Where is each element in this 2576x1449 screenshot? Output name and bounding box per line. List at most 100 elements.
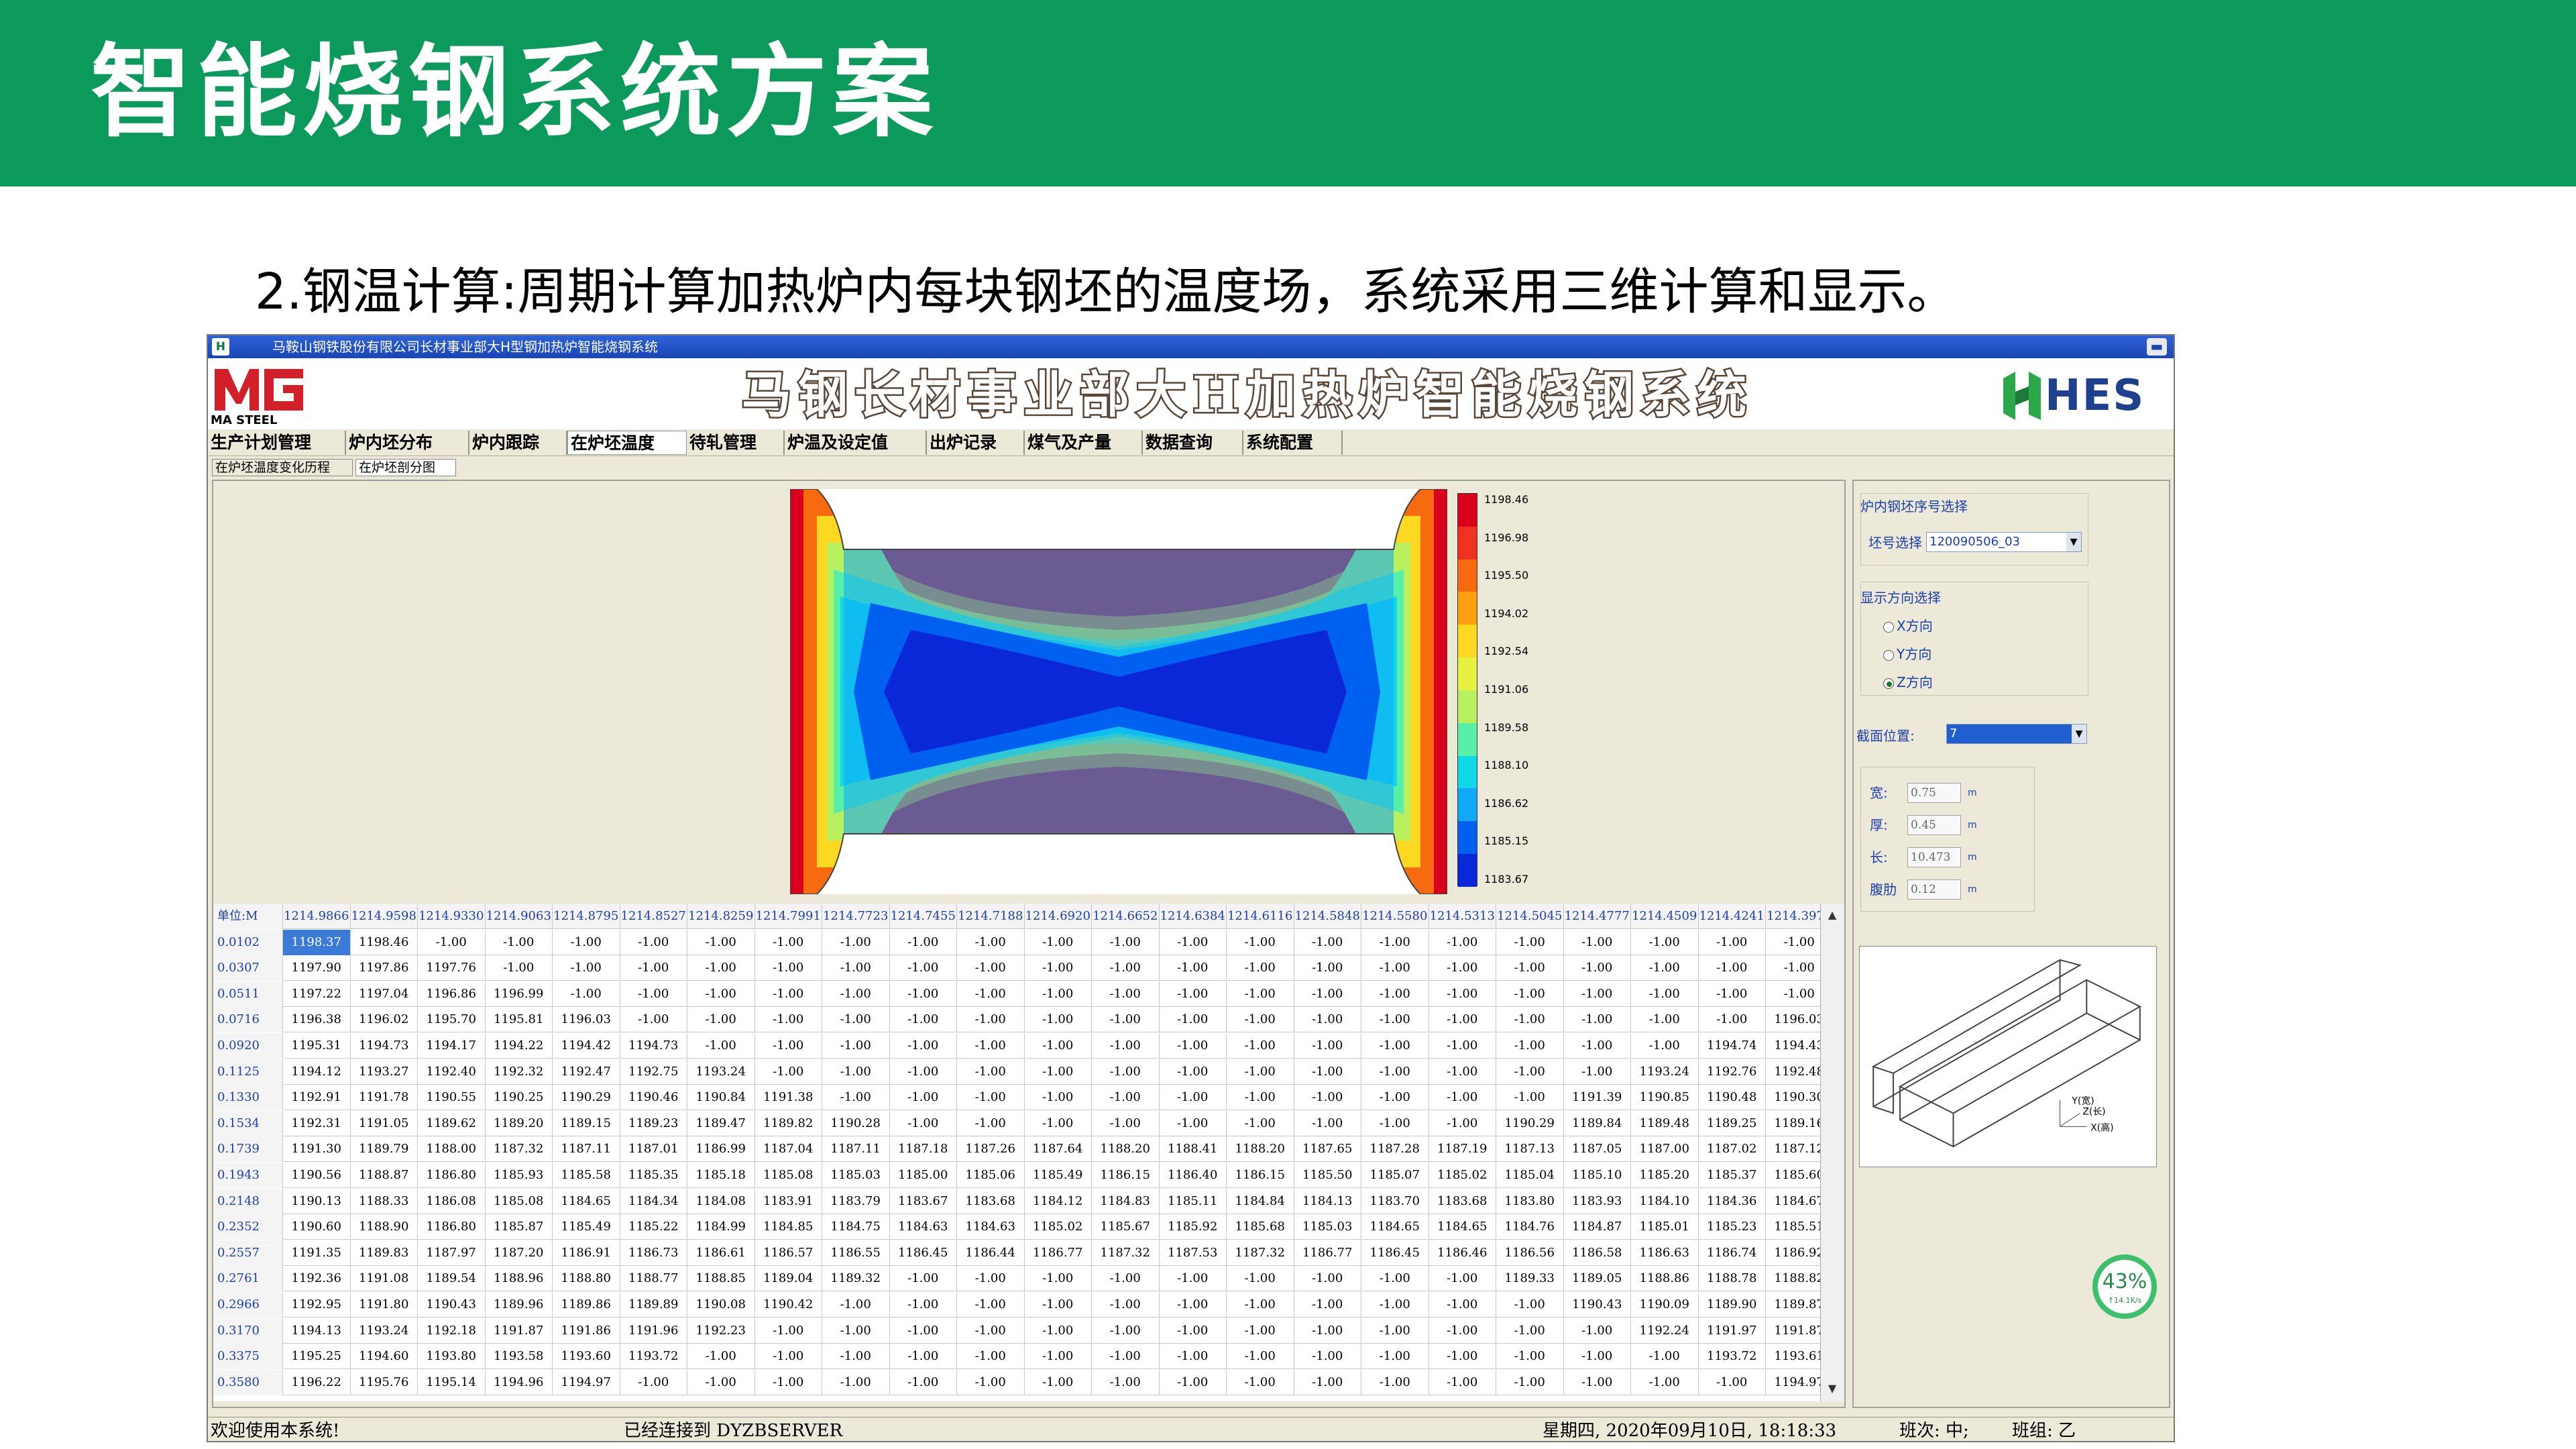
table-cell[interactable]: 1183.79 — [822, 1188, 890, 1214]
table-cell[interactable]: 1186.73 — [620, 1240, 687, 1266]
table-cell[interactable]: -1.00 — [1294, 1059, 1361, 1085]
table-cell[interactable]: -1.00 — [1092, 1059, 1160, 1085]
table-row[interactable]: 0.2352 1190.60 1188.90 1186.80 1185.87 1185.4… — [213, 1214, 1820, 1240]
table-cell[interactable]: 1184.76 — [1496, 1214, 1564, 1240]
column-header[interactable]: 1214.4241 — [1699, 904, 1766, 929]
table-cell[interactable]: 1194.96 — [486, 1369, 553, 1395]
column-header[interactable]: 1214.9866 — [283, 904, 351, 929]
table-row[interactable]: 0.2761 1192.36 1191.08 1189.54 1188.96 1188.8… — [213, 1266, 1820, 1292]
table-cell[interactable]: 1185.51 — [1766, 1214, 1820, 1240]
table-cell[interactable]: -1.00 — [620, 955, 687, 981]
table-cell[interactable]: -1.00 — [1496, 1059, 1564, 1085]
table-cell[interactable]: 1194.12 — [283, 1059, 351, 1085]
table-cell[interactable]: 1190.84 — [687, 1085, 755, 1111]
table-cell[interactable]: -1.00 — [890, 1318, 957, 1344]
table-cell[interactable]: 1184.87 — [1564, 1214, 1631, 1240]
table-cell[interactable]: -1.00 — [1025, 1266, 1092, 1292]
table-cell[interactable]: 1190.60 — [283, 1214, 351, 1240]
table-cell[interactable]: 1186.77 — [1294, 1240, 1361, 1266]
table-cell[interactable]: -1.00 — [1564, 1033, 1631, 1059]
table-cell[interactable]: 1187.32 — [1227, 1240, 1294, 1266]
table-cell[interactable]: -1.00 — [1160, 1344, 1227, 1370]
table-cell[interactable]: 1190.08 — [687, 1292, 755, 1318]
table-cell[interactable]: -1.00 — [1092, 1369, 1160, 1395]
table-cell[interactable]: 1189.87 — [1766, 1292, 1820, 1318]
table-cell[interactable]: 1194.17 — [418, 1033, 486, 1059]
column-header[interactable]: 1214.7188 — [957, 904, 1025, 929]
table-cell[interactable]: 1195.81 — [486, 1007, 553, 1033]
table-row[interactable]: 0.0920 1195.31 1194.73 1194.17 1194.22 1194.4… — [213, 1033, 1820, 1059]
table-cell[interactable]: -1.00 — [1294, 1318, 1361, 1344]
table-cell[interactable]: -1.00 — [1294, 1007, 1361, 1033]
table-cell[interactable]: 1194.42 — [553, 1033, 620, 1059]
table-cell[interactable]: 1187.13 — [1496, 1136, 1564, 1163]
table-cell[interactable]: 1191.96 — [620, 1318, 687, 1344]
table-cell[interactable]: -1.00 — [1429, 1369, 1496, 1395]
table-cell[interactable]: -1.00 — [1361, 1292, 1429, 1318]
table-cell[interactable]: 1186.56 — [1496, 1240, 1564, 1266]
table-cell[interactable]: -1.00 — [1025, 1369, 1092, 1395]
table-cell[interactable]: 1186.92 — [1766, 1240, 1820, 1266]
table-row[interactable]: 0.3170 1194.13 1193.24 1192.18 1191.87 1191.8… — [213, 1318, 1820, 1344]
network-speed-badge[interactable]: 43% ↑14.1K/s — [2092, 1254, 2157, 1319]
table-cell[interactable]: 1185.20 — [1631, 1163, 1699, 1188]
table-cell[interactable]: -1.00 — [890, 1110, 957, 1136]
table-cell[interactable]: 1185.67 — [1092, 1214, 1160, 1240]
table-cell[interactable]: -1.00 — [1227, 1266, 1294, 1292]
table-cell[interactable]: -1.00 — [1361, 1318, 1429, 1344]
table-cell[interactable]: -1.00 — [1294, 1292, 1361, 1318]
table-cell[interactable]: 1185.49 — [553, 1214, 620, 1240]
table-cell[interactable]: -1.00 — [755, 955, 822, 981]
table-cell[interactable]: 1186.57 — [755, 1240, 822, 1266]
table-row[interactable]: 0.1330 1192.91 1191.78 1190.55 1190.25 1190.2… — [213, 1085, 1820, 1111]
table-cell[interactable]: 1191.39 — [1564, 1085, 1631, 1111]
table-cell[interactable]: 1187.00 — [1631, 1136, 1699, 1163]
table-cell[interactable]: -1.00 — [1025, 1318, 1092, 1344]
table-cell[interactable]: 1188.85 — [687, 1266, 755, 1292]
table-cell[interactable]: 1195.70 — [418, 1007, 486, 1033]
table-cell[interactable]: 1197.90 — [283, 955, 351, 981]
table-cell[interactable]: -1.00 — [1294, 929, 1361, 955]
table-cell[interactable]: -1.00 — [755, 1059, 822, 1085]
table-cell[interactable]: 1189.05 — [1564, 1266, 1631, 1292]
table-cell[interactable]: 1186.77 — [1025, 1240, 1092, 1266]
table-cell[interactable]: -1.00 — [1766, 955, 1820, 981]
table-cell[interactable]: 1193.60 — [553, 1344, 620, 1370]
table-cell[interactable]: -1.00 — [1092, 929, 1160, 955]
table-cell[interactable]: -1.00 — [1429, 1292, 1496, 1318]
table-cell[interactable]: 1186.55 — [822, 1240, 890, 1266]
table-cell[interactable]: 1185.68 — [1227, 1214, 1294, 1240]
table-cell[interactable]: 1196.22 — [283, 1369, 351, 1395]
table-cell[interactable]: 1188.20 — [1227, 1136, 1294, 1163]
table-cell[interactable]: 1185.22 — [620, 1214, 687, 1240]
table-cell[interactable]: -1.00 — [1361, 1369, 1429, 1395]
table-row[interactable]: 0.0511 1197.22 1197.04 1196.86 1196.99 -1.00-… — [213, 981, 1820, 1007]
table-row[interactable]: 0.2148 1190.13 1188.33 1186.08 1185.08 1184.6… — [213, 1188, 1820, 1214]
menu-item-2[interactable]: 炉内跟踪 — [469, 431, 567, 455]
table-cell[interactable]: 1186.44 — [957, 1240, 1025, 1266]
table-cell[interactable]: 1192.36 — [283, 1266, 351, 1292]
table-cell[interactable]: 1188.90 — [351, 1214, 418, 1240]
table-cell[interactable]: 1184.65 — [1361, 1214, 1429, 1240]
table-cell[interactable]: 1187.64 — [1025, 1136, 1092, 1163]
table-cell[interactable]: 1188.33 — [351, 1188, 418, 1214]
table-cell[interactable]: -1.00 — [1160, 981, 1227, 1007]
table-cell[interactable]: -1.00 — [1631, 1033, 1699, 1059]
menu-item-8[interactable]: 数据查询 — [1143, 431, 1243, 455]
table-cell[interactable]: 1185.35 — [620, 1163, 687, 1188]
table-cell[interactable]: -1.00 — [957, 929, 1025, 955]
table-cell[interactable]: 1186.45 — [1361, 1240, 1429, 1266]
column-header[interactable]: 1214.6384 — [1160, 904, 1227, 929]
table-cell[interactable]: -1.00 — [687, 929, 755, 955]
table-cell[interactable]: 1185.03 — [1294, 1214, 1361, 1240]
table-cell[interactable]: -1.00 — [620, 929, 687, 955]
direction-radio-2[interactable]: Z方向 — [1883, 674, 1933, 690]
table-cell[interactable]: -1.00 — [957, 981, 1025, 1007]
table-cell[interactable]: -1.00 — [553, 929, 620, 955]
table-cell[interactable]: 1184.83 — [1092, 1188, 1160, 1214]
table-row[interactable]: 0.2966 1192.95 1191.80 1190.43 1189.96 1189.8… — [213, 1292, 1820, 1318]
table-cell[interactable]: 1184.63 — [890, 1214, 957, 1240]
table-cell[interactable]: 1187.11 — [822, 1136, 890, 1163]
table-cell[interactable]: 1194.73 — [620, 1033, 687, 1059]
table-cell[interactable]: -1.00 — [1496, 1007, 1564, 1033]
